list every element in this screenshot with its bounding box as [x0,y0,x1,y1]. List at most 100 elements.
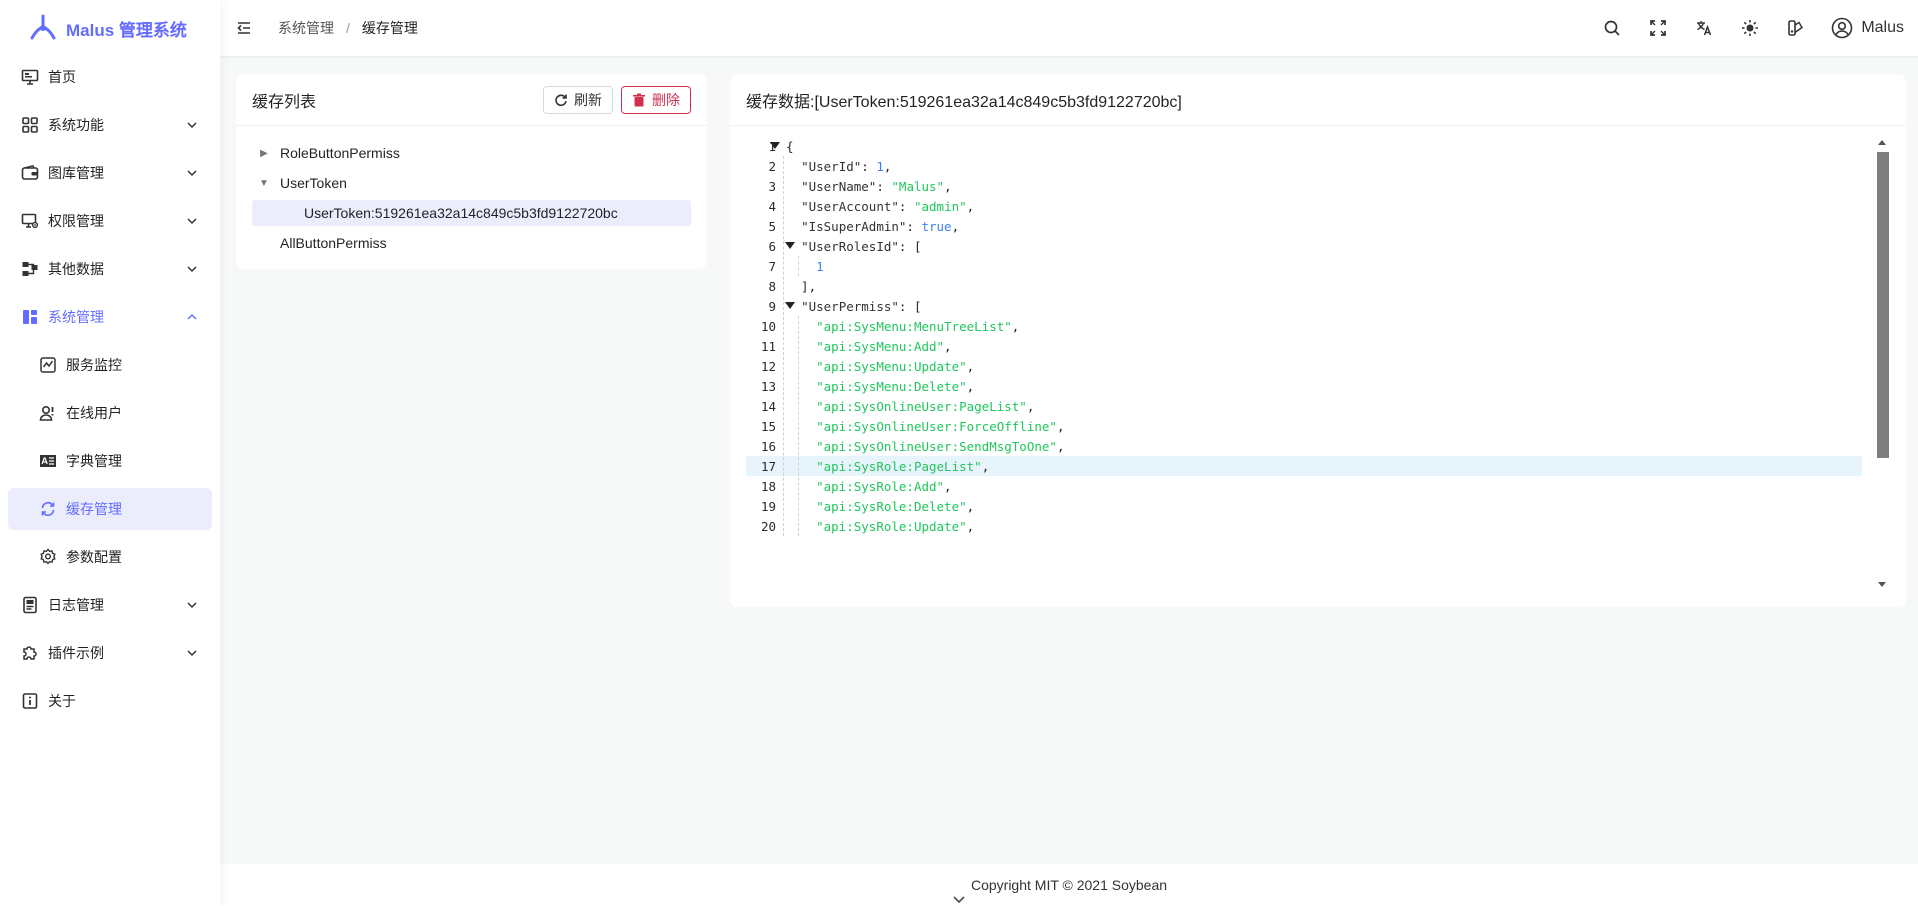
sidebar-item-label: 日志管理 [48,597,104,613]
line-number: 4 [768,198,776,214]
tree-node-user-token-item[interactable]: UserToken:519261ea32a14c849c5b3fd9122720… [252,200,691,226]
code-text: "api:SysRole:PageList", [816,458,990,474]
sidebar-item-service-monitor[interactable]: 服务监控 [8,344,212,386]
line-number: 16 [760,438,776,454]
code-line[interactable]: 4 "UserAccount": "admin", [746,196,1862,216]
sidebar-item-home[interactable]: 首页 [8,56,212,98]
sidebar-item-other-data[interactable]: 其他数据 [8,248,212,290]
sidebar-item-gallery[interactable]: 图库管理 [8,152,212,194]
app-title: Malus 管理系统 [66,20,187,40]
code-line[interactable]: 10 "api:SysMenu:MenuTreeList", [746,316,1862,336]
code-text: "UserName": "Malus", [801,178,952,194]
sidebar-item-parameter-config[interactable]: 参数配置 [8,536,212,578]
code-line[interactable]: 16 "api:SysOnlineUser:SendMsgToOne", [746,436,1862,456]
sidebar-item-about[interactable]: 关于 [8,680,212,722]
line-number: 2 [768,158,776,174]
app-logo[interactable]: Malus 管理系统 [0,0,220,56]
code-line[interactable]: 1{ [746,136,1862,156]
top-header: 系统管理 / 缓存管理 Malus [220,0,1918,56]
code-line[interactable]: 11 "api:SysMenu:Add", [746,336,1862,356]
refresh-button[interactable]: 刷新 [543,85,613,114]
user-online-icon [38,403,58,423]
chevron-down-icon [187,170,197,177]
sidebar-item-permissions[interactable]: 权限管理 [8,200,212,242]
permission-icon [20,211,40,231]
code-text: 1 [816,258,824,274]
sidebar-item-dictionary[interactable]: 字典管理 [8,440,212,482]
code-line[interactable]: 9 "UserPermiss": [ [746,296,1862,316]
line-number: 10 [760,318,776,334]
code-line[interactable]: 13 "api:SysMenu:Delete", [746,376,1862,396]
sidebar-item-online-users[interactable]: 在线用户 [8,392,212,434]
user-name: Malus [1861,19,1904,36]
line-number: 13 [760,378,776,394]
tree-node-user-token[interactable]: ▼ UserToken [252,168,691,198]
code-text: ], [786,278,817,294]
code-line[interactable]: 8 ], [746,276,1862,296]
code-text: "api:SysOnlineUser:PageList", [816,398,1035,414]
menu-fold-icon[interactable] [234,18,254,38]
tree-node-label: UserToken [280,175,347,191]
cache-data-header: 缓存数据:[UserToken:519261ea32a14c849c5b3fd9… [730,74,1906,126]
translate-icon[interactable] [1681,0,1727,56]
theme-sun-icon[interactable] [1727,0,1773,56]
sidebar-item-label: 首页 [48,69,76,85]
line-number: 6 [768,238,776,254]
tree-node-all-button-permiss[interactable]: AllButtonPermiss [252,228,691,258]
sidebar-item-plugin-examples[interactable]: 插件示例 [8,632,212,674]
line-number: 15 [760,418,776,434]
settings-gear-icon [38,547,58,567]
code-line[interactable]: 18 "api:SysRole:Add", [746,476,1862,496]
chevron-down-icon [187,650,197,657]
sidebar-item-system-functions[interactable]: 系统功能 [8,104,212,146]
code-line[interactable]: 20 "api:SysRole:Update", [746,516,1862,536]
code-line[interactable]: 19 "api:SysRole:Delete", [746,496,1862,516]
sidebar: Malus 管理系统 首页 系统功能 图库管理 权限管理 其他数据 系统管理 服… [0,0,220,906]
scrollbar-thumb[interactable] [1877,152,1889,458]
tree-node-role-button-permiss[interactable]: ▶ RoleButtonPermiss [252,138,691,168]
chevron-down-icon[interactable] [951,894,967,906]
dashboard-icon [20,307,40,327]
editor-scrollbar[interactable] [1875,136,1889,596]
code-text: "api:SysMenu:Add", [816,338,952,354]
breadcrumb-item-system-management[interactable]: 系统管理 [278,18,334,38]
delete-button-label: 删除 [652,91,680,108]
fullscreen-icon[interactable] [1635,0,1681,56]
code-line[interactable]: 5 "IsSuperAdmin": true, [746,216,1862,236]
scroll-down-arrow-icon[interactable] [1878,582,1886,587]
color-palette-icon[interactable] [1773,0,1819,56]
scroll-up-arrow-icon[interactable] [1878,140,1886,145]
chevron-up-icon [187,313,197,320]
fold-toggle-icon[interactable] [785,302,795,309]
code-line[interactable]: 17 "api:SysRole:PageList", [746,456,1862,476]
monitor-icon [20,67,40,87]
sidebar-item-log-management[interactable]: 日志管理 [8,584,212,626]
code-line[interactable]: 3 "UserName": "Malus", [746,176,1862,196]
code-text: { [786,138,794,154]
info-icon [20,691,40,711]
cache-data-card: 缓存数据:[UserToken:519261ea32a14c849c5b3fd9… [730,74,1906,607]
line-number: 9 [768,298,776,314]
sidebar-item-system-management[interactable]: 系统管理 [8,296,212,338]
grid-icon [20,115,40,135]
code-line[interactable]: 2 "UserId": 1, [746,156,1862,176]
caret-right-icon[interactable]: ▶ [256,145,272,161]
search-icon[interactable] [1589,0,1635,56]
code-line[interactable]: 15 "api:SysOnlineUser:ForceOffline", [746,416,1862,436]
json-editor[interactable]: 1{2 "UserId": 1, 3 "UserName": "Malus", 4 … [746,136,1889,596]
line-number: 18 [760,478,776,494]
code-line[interactable]: 12 "api:SysMenu:Update", [746,356,1862,376]
fold-toggle-icon[interactable] [785,242,795,249]
delete-button[interactable]: 删除 [621,85,691,114]
code-line[interactable]: 6 "UserRolesId": [ [746,236,1862,256]
sidebar-item-cache-management[interactable]: 缓存管理 [8,488,212,530]
code-text: "UserPermiss": [ [801,298,922,314]
fold-toggle-icon[interactable] [770,142,780,149]
line-number: 8 [768,278,776,294]
user-menu[interactable]: Malus [1819,17,1918,39]
line-number: 7 [768,258,776,274]
indent-guide [798,256,799,276]
code-line[interactable]: 14 "api:SysOnlineUser:PageList", [746,396,1862,416]
code-line[interactable]: 7 1 [746,256,1862,276]
caret-down-icon[interactable]: ▼ [256,175,272,191]
